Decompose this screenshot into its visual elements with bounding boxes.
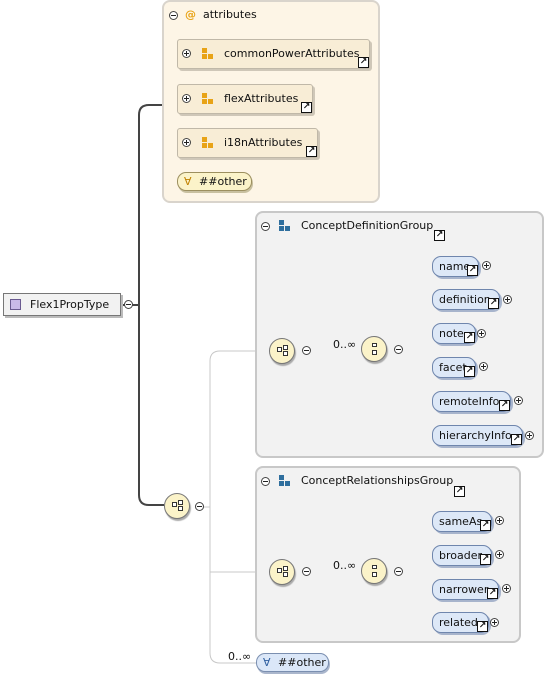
reference-arrow-icon[interactable]: ↗ — [358, 57, 369, 68]
compositor-collapse-toggle[interactable] — [394, 567, 403, 576]
sequence-icon — [277, 345, 288, 357]
root-element[interactable]: Flex1PropType — [3, 293, 121, 316]
group-icon — [279, 475, 290, 486]
group-title: ConceptDefinitionGroup — [301, 219, 434, 232]
reference-arrow-icon[interactable]: ↗ — [454, 486, 465, 497]
reference-arrow-icon[interactable]: ↗ — [511, 434, 522, 445]
element-label: sameAs — [439, 515, 483, 528]
root-collapse-toggle[interactable] — [124, 300, 133, 309]
reference-arrow-icon[interactable]: ↗ — [464, 366, 475, 377]
element-expand-toggle[interactable] — [482, 261, 491, 270]
element-note[interactable]: note ↗ — [432, 323, 476, 344]
attr-group-i18n[interactable]: i18nAttributes ↗ — [177, 128, 318, 158]
any-element[interactable]: ∀ ##other — [256, 653, 329, 672]
sequence-compositor-group1[interactable] — [269, 338, 295, 364]
element-label: facet — [439, 361, 467, 374]
attr-group-common-power[interactable]: commonPowerAttributes ↗ — [177, 39, 370, 69]
attr-group-label: i18nAttributes — [224, 136, 303, 149]
compositor-collapse-toggle[interactable] — [394, 345, 403, 354]
compositor-collapse-toggle[interactable] — [302, 346, 311, 355]
group-title: ConceptRelationshipsGroup — [301, 474, 454, 487]
expand-toggle[interactable] — [182, 138, 191, 147]
element-expand-toggle[interactable] — [502, 584, 511, 593]
element-expand-toggle[interactable] — [477, 329, 486, 338]
choice-icon — [369, 565, 380, 577]
element-expand-toggle[interactable] — [479, 362, 488, 371]
reference-arrow-icon[interactable]: ↗ — [464, 332, 475, 343]
element-expand-toggle[interactable] — [495, 550, 504, 559]
any-attribute-icon: ∀ — [184, 175, 192, 188]
sequence-compositor-group2[interactable] — [269, 559, 295, 585]
element-label: remoteInfo — [439, 395, 500, 408]
attributes-collapse-toggle[interactable] — [169, 11, 178, 20]
choice-icon — [369, 343, 380, 355]
attribute-group-icon — [202, 48, 213, 59]
element-expand-toggle[interactable] — [503, 295, 512, 304]
group-collapse-toggle[interactable] — [261, 222, 270, 231]
element-hierarchyInfo[interactable]: hierarchyInfo ↗ — [432, 425, 523, 446]
element-definition[interactable]: definition ↗ — [432, 289, 500, 310]
attributes-title: attributes — [203, 8, 257, 21]
element-expand-toggle[interactable] — [525, 431, 534, 440]
reference-arrow-icon[interactable]: ↗ — [480, 520, 491, 531]
complex-type-icon — [10, 299, 21, 310]
choice-compositor-group2[interactable] — [361, 558, 387, 584]
reference-arrow-icon[interactable]: ↗ — [301, 102, 312, 113]
reference-arrow-icon[interactable]: ↗ — [487, 588, 498, 599]
attr-group-label: flexAttributes — [224, 92, 299, 105]
any-attribute-label: ##other — [199, 175, 247, 188]
element-expand-toggle[interactable] — [490, 618, 499, 627]
choice-compositor-group1[interactable] — [361, 336, 387, 362]
element-label: narrower — [439, 583, 489, 596]
at-icon: @ — [185, 8, 196, 21]
sequence-compositor-main[interactable] — [164, 493, 190, 519]
reference-arrow-icon[interactable]: ↗ — [477, 621, 488, 632]
occurrence-label: 0..∞ — [333, 338, 357, 351]
group-icon — [279, 220, 290, 231]
element-remoteInfo[interactable]: remoteInfo ↗ — [432, 391, 511, 412]
element-expand-toggle[interactable] — [495, 516, 504, 525]
reference-arrow-icon[interactable]: ↗ — [488, 298, 499, 309]
element-sameAs[interactable]: sameAs ↗ — [432, 511, 492, 532]
attr-group-flex[interactable]: flexAttributes ↗ — [177, 84, 313, 114]
concept-definition-group-panel: ConceptDefinitionGroup ↗ — [255, 211, 544, 458]
attr-group-label: commonPowerAttributes — [224, 47, 360, 60]
any-attribute[interactable]: ∀ ##other — [177, 172, 252, 191]
element-label: broader — [439, 549, 483, 562]
root-element-label: Flex1PropType — [30, 298, 110, 311]
element-label: definition — [439, 293, 491, 306]
sequence-icon — [172, 500, 183, 512]
element-name[interactable]: name ↗ — [432, 256, 479, 277]
reference-arrow-icon[interactable]: ↗ — [499, 400, 510, 411]
compositor-collapse-toggle[interactable] — [302, 567, 311, 576]
element-related[interactable]: related ↗ — [432, 612, 489, 633]
reference-arrow-icon[interactable]: ↗ — [306, 146, 317, 157]
attributes-panel: @ attributes commonPowerAttributes ↗ fle… — [162, 0, 380, 203]
element-broader[interactable]: broader ↗ — [432, 545, 492, 566]
any-element-occurrence: 0..∞ — [228, 650, 252, 663]
reference-arrow-icon[interactable]: ↗ — [434, 230, 445, 241]
any-element-label: ##other — [278, 656, 326, 669]
any-element-icon: ∀ — [263, 656, 271, 669]
attribute-group-icon — [202, 137, 213, 148]
attribute-group-icon — [202, 93, 213, 104]
element-label: related — [439, 616, 478, 629]
element-expand-toggle[interactable] — [514, 396, 523, 405]
reference-arrow-icon[interactable]: ↗ — [467, 265, 478, 276]
occurrence-label: 0..∞ — [333, 559, 357, 572]
sequence-icon — [277, 566, 288, 578]
element-label: hierarchyInfo — [439, 429, 512, 442]
element-facet[interactable]: facet ↗ — [432, 357, 476, 378]
reference-arrow-icon[interactable]: ↗ — [480, 554, 491, 565]
element-label: note — [439, 327, 464, 340]
expand-toggle[interactable] — [182, 94, 191, 103]
group-collapse-toggle[interactable] — [261, 477, 270, 486]
element-label: name — [439, 260, 471, 273]
main-compositor-collapse-toggle[interactable] — [195, 502, 204, 511]
element-narrower[interactable]: narrower ↗ — [432, 579, 499, 600]
expand-toggle[interactable] — [182, 49, 191, 58]
